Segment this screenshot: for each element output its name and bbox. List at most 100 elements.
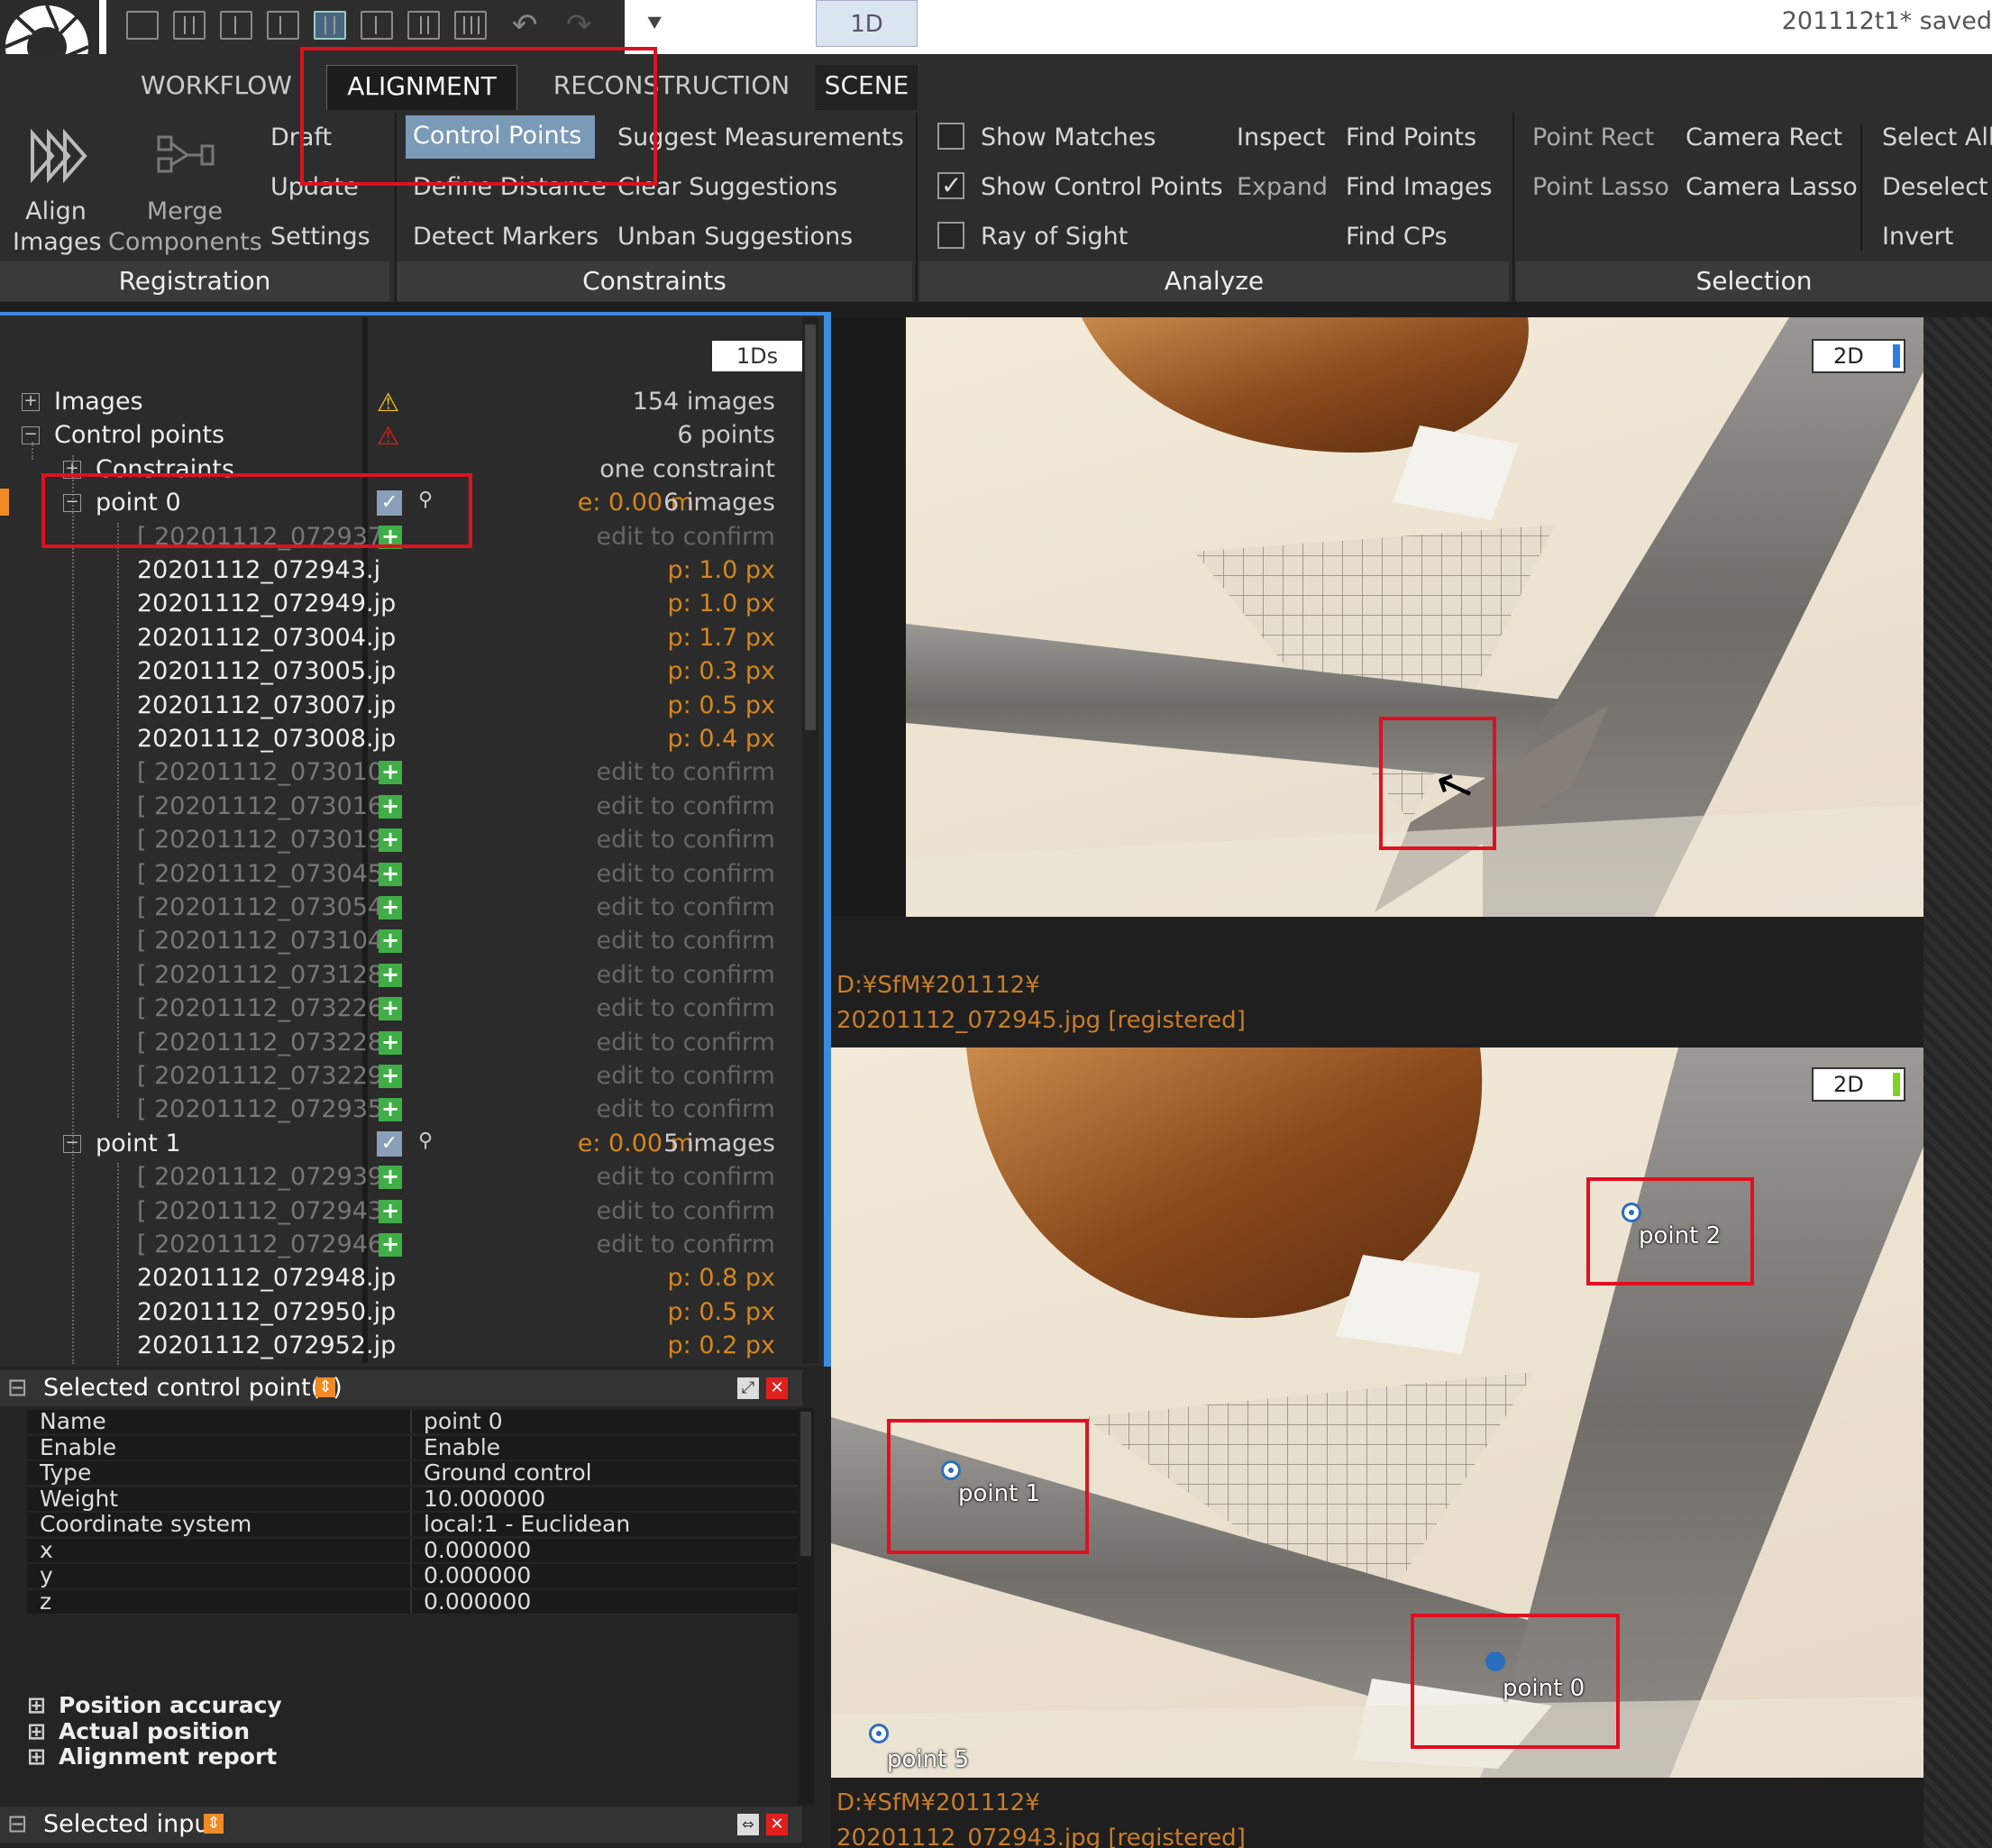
property-value[interactable]: local:1 - Euclidean [424, 1513, 630, 1536]
property-value[interactable]: 0.000000 [424, 1589, 531, 1614]
redo-icon[interactable]: ↷ [566, 7, 592, 43]
unconfirmed-image-row[interactable]: [ 20201112_073104. + edit to confirm [0, 925, 802, 958]
expand-button[interactable]: Expand [1237, 173, 1328, 201]
point-rect-button[interactable]: Point Rect [1532, 124, 1654, 151]
select-all-button[interactable]: Select All [1882, 124, 1992, 151]
collapse-icon[interactable]: ⊟ [7, 1370, 28, 1406]
property-row[interactable]: x 0.000000 [27, 1538, 798, 1562]
expand-icon[interactable]: + [22, 393, 40, 411]
merge-components-icon[interactable] [151, 128, 215, 186]
image-row[interactable]: 20201112_073005.jp p: 0.3 px [0, 655, 802, 689]
unban-suggestions-button[interactable]: Unban Suggestions [617, 223, 853, 251]
align-images-button[interactable]: Align Images [13, 197, 102, 258]
layout-bars-icon[interactable] [407, 11, 440, 40]
unconfirmed-image-row[interactable]: [ 20201112_073228. + edit to confirm [0, 1027, 802, 1060]
collapse-icon[interactable]: − [22, 426, 40, 445]
confirm-add-icon[interactable]: + [379, 1098, 402, 1122]
image-row[interactable]: 20201112_073007.jp p: 0.5 px [0, 690, 802, 723]
unconfirmed-image-row[interactable]: [ 20201112_072939. + edit to confirm [0, 1161, 802, 1194]
unconfirmed-image-row[interactable]: [ 20201112_073016. + edit to confirm [0, 791, 802, 824]
camera-rect-button[interactable]: Camera Rect [1686, 124, 1842, 151]
confirm-add-icon[interactable]: + [379, 794, 402, 819]
detect-markers-button[interactable]: Detect Markers [413, 223, 599, 251]
expand-icon[interactable]: ⊞ [27, 1692, 46, 1718]
tab-workflow[interactable]: WORKFLOW [126, 65, 306, 110]
expand-icon[interactable]: ⊞ [27, 1743, 46, 1770]
layout-grid-icon[interactable] [361, 11, 393, 40]
confirm-add-icon[interactable]: + [379, 963, 402, 987]
property-row[interactable]: Type Ground control [27, 1461, 798, 1485]
invert-button[interactable]: Invert [1882, 223, 1953, 251]
layout-2col-icon[interactable] [220, 11, 252, 40]
float-icon[interactable]: ⇔ [737, 1814, 759, 1835]
camera-lasso-button[interactable]: Camera Lasso [1686, 173, 1858, 201]
tree-group-row[interactable]: + Images ⚠ 154 images [0, 386, 802, 419]
unconfirmed-image-row[interactable]: [ 20201112_073045. + edit to confirm [0, 858, 802, 892]
image-row[interactable]: 20201112_072950.jp p: 0.5 px [0, 1296, 802, 1330]
location-pin-icon[interactable]: ⚲ [418, 1130, 433, 1152]
confirm-add-icon[interactable]: + [379, 1199, 402, 1223]
confirm-add-icon[interactable]: + [379, 896, 402, 919]
layout-split-icon[interactable] [314, 11, 346, 40]
confirm-add-icon[interactable]: + [379, 1166, 402, 1190]
unconfirmed-image-row[interactable]: [ 20201112_073128. + edit to confirm [0, 959, 802, 993]
customize-toolbar-icon[interactable]: ⯆ [644, 9, 664, 40]
unconfirmed-image-row[interactable]: [ 20201112_072943 + edit to confirm [0, 1195, 802, 1229]
tree-scrollbar-thumb[interactable] [805, 325, 816, 730]
enable-checkbox[interactable]: ✓ [377, 1130, 402, 1157]
find-cps-button[interactable]: Find CPs [1346, 223, 1448, 251]
unconfirmed-image-row[interactable]: [ 20201112_073010. + edit to confirm [0, 756, 802, 790]
confirm-add-icon[interactable]: + [379, 997, 402, 1021]
confirm-add-icon[interactable]: + [379, 1233, 402, 1257]
find-images-button[interactable]: Find Images [1346, 173, 1493, 201]
properties-scrollbar-thumb[interactable] [800, 1412, 811, 1556]
property-row[interactable]: y 0.000000 [27, 1564, 798, 1587]
property-value[interactable]: point 0 [424, 1410, 503, 1433]
collapse-icon[interactable]: ⊟ [7, 1807, 28, 1843]
confirm-add-icon[interactable]: + [379, 1030, 402, 1055]
property-value[interactable]: 0.000000 [424, 1538, 531, 1562]
view-mode-badge[interactable]: 2D [1812, 339, 1905, 373]
unconfirmed-image-row[interactable]: [ 20201112_073229. + edit to confirm [0, 1060, 802, 1093]
confirm-add-icon[interactable]: + [379, 828, 402, 853]
tab-scene[interactable]: SCENE [816, 65, 918, 110]
control-point-marker[interactable] [869, 1724, 889, 1743]
property-row[interactable]: Enable Enable [27, 1435, 798, 1459]
confirm-add-icon[interactable]: + [379, 862, 402, 886]
align-images-icon[interactable] [25, 124, 88, 191]
point-lasso-button[interactable]: Point Lasso [1532, 173, 1669, 201]
view-1ds-button[interactable]: 1Ds [712, 341, 802, 371]
unconfirmed-image-row[interactable]: [ 20201112_072946. + edit to confirm [0, 1229, 802, 1262]
deselect-button[interactable]: Deselect [1882, 173, 1988, 201]
unconfirmed-image-row[interactable]: [ 20201112_073054. + edit to confirm [0, 892, 802, 925]
show-matches-checkbox[interactable] [937, 123, 964, 150]
confirm-add-icon[interactable]: + [379, 761, 402, 785]
property-value[interactable]: Enable [424, 1435, 500, 1459]
layout-list-icon[interactable] [267, 11, 299, 40]
3d-view-strip[interactable] [1923, 317, 1992, 1848]
property-section[interactable]: ⊞ Alignment report [27, 1744, 277, 1770]
confirm-add-icon[interactable]: + [379, 929, 402, 954]
unconfirmed-image-row[interactable]: [ 20201112_072935. + edit to confirm [0, 1093, 802, 1127]
tree-group-row[interactable]: − Control points ⚠ 6 points [0, 419, 802, 453]
pin-icon[interactable]: ⇕ [204, 1814, 224, 1834]
property-value[interactable]: 10.000000 [424, 1487, 545, 1511]
settings-button[interactable]: Settings [270, 223, 370, 251]
control-point-row[interactable]: − point 1 ✓ ⚲ e: 0.00 m5 images [0, 1128, 802, 1161]
close-icon[interactable]: ✕ [766, 1814, 788, 1835]
ray-of-sight-checkbox[interactable] [937, 222, 964, 249]
merge-components-button[interactable]: Merge Components [108, 197, 262, 258]
property-row[interactable]: Coordinate system local:1 - Euclidean [27, 1513, 798, 1536]
layout-grid-4-icon[interactable] [454, 11, 487, 40]
image-row[interactable]: 20201112_073004.jp p: 1.7 px [0, 622, 802, 655]
find-points-button[interactable]: Find Points [1346, 124, 1476, 151]
bottom-image-view[interactable] [831, 1048, 1923, 1778]
image-row[interactable]: 20201112_072952.jp p: 0.2 px [0, 1330, 802, 1363]
image-row[interactable]: 20201112_072948.jp p: 0.8 px [0, 1262, 802, 1295]
image-row[interactable]: 20201112_073008.jp p: 0.4 px [0, 723, 802, 756]
expand-icon[interactable]: ⊞ [27, 1718, 46, 1744]
inspect-button[interactable]: Inspect [1237, 124, 1325, 151]
property-row[interactable]: Weight 10.000000 [27, 1487, 798, 1511]
layout-3col-icon[interactable] [173, 11, 206, 40]
tab-1d[interactable]: 1D [816, 0, 918, 47]
